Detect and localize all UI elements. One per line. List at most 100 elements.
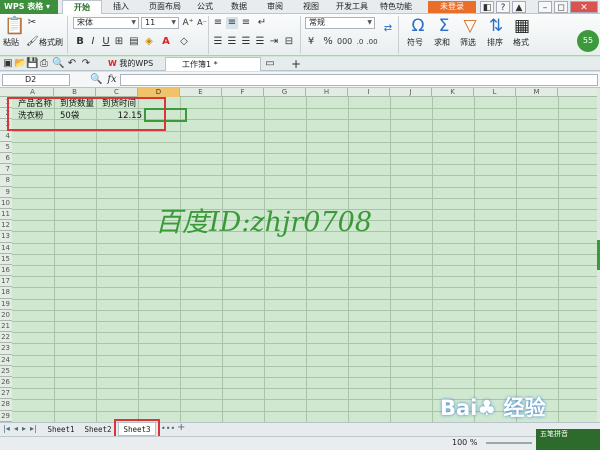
bold-icon[interactable]: B [74,36,86,48]
row-header[interactable]: 11 [0,209,12,221]
row-header[interactable]: 23 [0,343,12,355]
tab-developer[interactable]: 开发工具 [332,0,372,14]
shrink-font-icon[interactable]: A⁻ [196,17,208,29]
indent-icon[interactable]: ⇥ [268,36,280,48]
worksheet-grid[interactable] [0,88,597,422]
zoom-slider[interactable] [486,442,532,444]
tab-review[interactable]: 审阅 [260,0,290,14]
row-header[interactable]: 13 [0,231,12,243]
sort-icon[interactable]: ⇅ [485,16,507,36]
row-header[interactable]: 16 [0,265,12,277]
increase-decimal-icon[interactable]: .0 [354,36,366,48]
comma-icon[interactable]: 000 [337,36,352,48]
paste-label[interactable]: 粘贴 [3,38,19,48]
row-header[interactable]: 9 [0,186,12,198]
italic-icon[interactable]: I [87,36,99,48]
print-icon[interactable]: ⎙ [38,58,50,70]
row-header[interactable]: 28 [0,399,12,411]
maximize-icon[interactable]: ◻ [554,1,568,13]
skin-icon[interactable]: ◧ [480,1,494,13]
tab-list-icon[interactable]: ▭ [264,58,276,70]
row-header[interactable]: 4 [0,130,12,142]
row-header[interactable]: 6 [0,153,12,165]
new-icon[interactable]: ▣ [2,58,14,70]
tab-insert[interactable]: 插入 [104,0,138,14]
row-header[interactable]: 26 [0,377,12,389]
row-header[interactable]: 8 [0,175,12,187]
sort-label[interactable]: 排序 [487,38,503,48]
align-left-icon[interactable]: ☰ [212,36,224,48]
name-box[interactable]: D2 [2,74,70,86]
column-header-i[interactable]: I [348,88,390,97]
column-header-a[interactable]: A [12,88,54,97]
column-header-k[interactable]: K [432,88,474,97]
zoom-level[interactable]: 100 % [452,438,477,447]
paste-icon[interactable]: 📋 [4,16,26,36]
sum-icon[interactable]: Σ [433,16,455,36]
align-bottom-icon[interactable]: ≡ [240,17,252,29]
tab-data[interactable]: 数据 [224,0,254,14]
insert-function-icon[interactable]: fx [106,74,118,86]
column-header-j[interactable]: J [390,88,432,97]
first-sheet-icon[interactable]: |◂ [3,424,10,433]
type-convert-icon[interactable]: ⇄ [382,23,394,35]
row-header[interactable]: 19 [0,298,12,310]
row-header[interactable]: 24 [0,354,12,366]
column-header-f[interactable]: F [222,88,264,97]
filter-icon[interactable]: ▽ [459,16,481,36]
merge-center-icon[interactable]: ⊟ [283,36,295,48]
font-name-select[interactable]: 宋体 ▼ [73,17,139,29]
last-sheet-icon[interactable]: ▸| [30,424,37,433]
save-icon[interactable]: 💾 [26,58,38,70]
row-header[interactable]: 27 [0,388,12,400]
cut-icon[interactable]: ✂ [26,17,38,29]
side-badge[interactable]: 55 [577,30,599,52]
format-icon[interactable]: ▦ [511,16,533,36]
format-painter-icon[interactable]: 🖌 [26,36,39,48]
row-header[interactable]: 25 [0,365,12,377]
row-header[interactable]: 14 [0,242,12,254]
align-top-icon[interactable]: ≡ [212,17,224,29]
help-icon[interactable]: ? [496,1,510,13]
zoom-icon[interactable]: 🔍 [90,74,102,86]
clear-format-icon[interactable]: ◇ [178,36,190,48]
justify-icon[interactable]: ☰ [254,36,266,48]
row-header[interactable]: 18 [0,287,12,299]
row-header[interactable]: 7 [0,164,12,176]
sheet-tab-2[interactable]: Sheet2 [80,423,116,436]
row-header[interactable]: 5 [0,141,12,153]
redo-icon[interactable]: ↷ [80,58,92,70]
column-header-c[interactable]: C [96,88,138,97]
open-icon[interactable]: 📂 [14,58,26,70]
symbol-label[interactable]: 符号 [407,38,423,48]
align-right-icon[interactable]: ☰ [240,36,252,48]
tab-my-wps[interactable]: W 我的WPS [108,57,164,71]
tab-special[interactable]: 特色功能 [376,0,416,14]
column-header-l[interactable]: L [474,88,516,97]
border-icon[interactable]: ⊞ [113,36,125,48]
column-header-d[interactable]: D [138,88,180,97]
sum-label[interactable]: 求和 [434,38,450,48]
filter-label[interactable]: 筛选 [460,38,476,48]
row-header[interactable]: 12 [0,220,12,232]
ribbon-toggle-icon[interactable]: ▲ [512,1,526,13]
close-icon[interactable]: ✕ [570,1,598,13]
symbol-icon[interactable]: Ω [407,16,429,36]
percent-icon[interactable]: % [322,36,334,48]
merge-icon[interactable]: ▤ [128,36,140,48]
tab-workbook[interactable]: 工作簿1 * [165,57,261,71]
preview-icon[interactable]: 🔍 [52,58,64,70]
column-header-e[interactable]: E [180,88,222,97]
row-header[interactable]: 22 [0,332,12,344]
minimize-icon[interactable]: – [538,1,552,13]
row-header[interactable]: 15 [0,253,12,265]
formula-input[interactable] [120,74,598,86]
align-middle-icon[interactable]: ≡ [226,17,238,29]
wrap-text-icon[interactable]: ↵ [256,17,268,29]
tab-home[interactable]: 开始 [62,0,102,14]
decrease-decimal-icon[interactable]: .00 [366,36,378,48]
more-sheets-icon[interactable]: ••• [161,424,175,433]
tab-view[interactable]: 视图 [296,0,326,14]
row-header[interactable]: 20 [0,309,12,321]
font-size-select[interactable]: 11 ▼ [141,17,179,29]
